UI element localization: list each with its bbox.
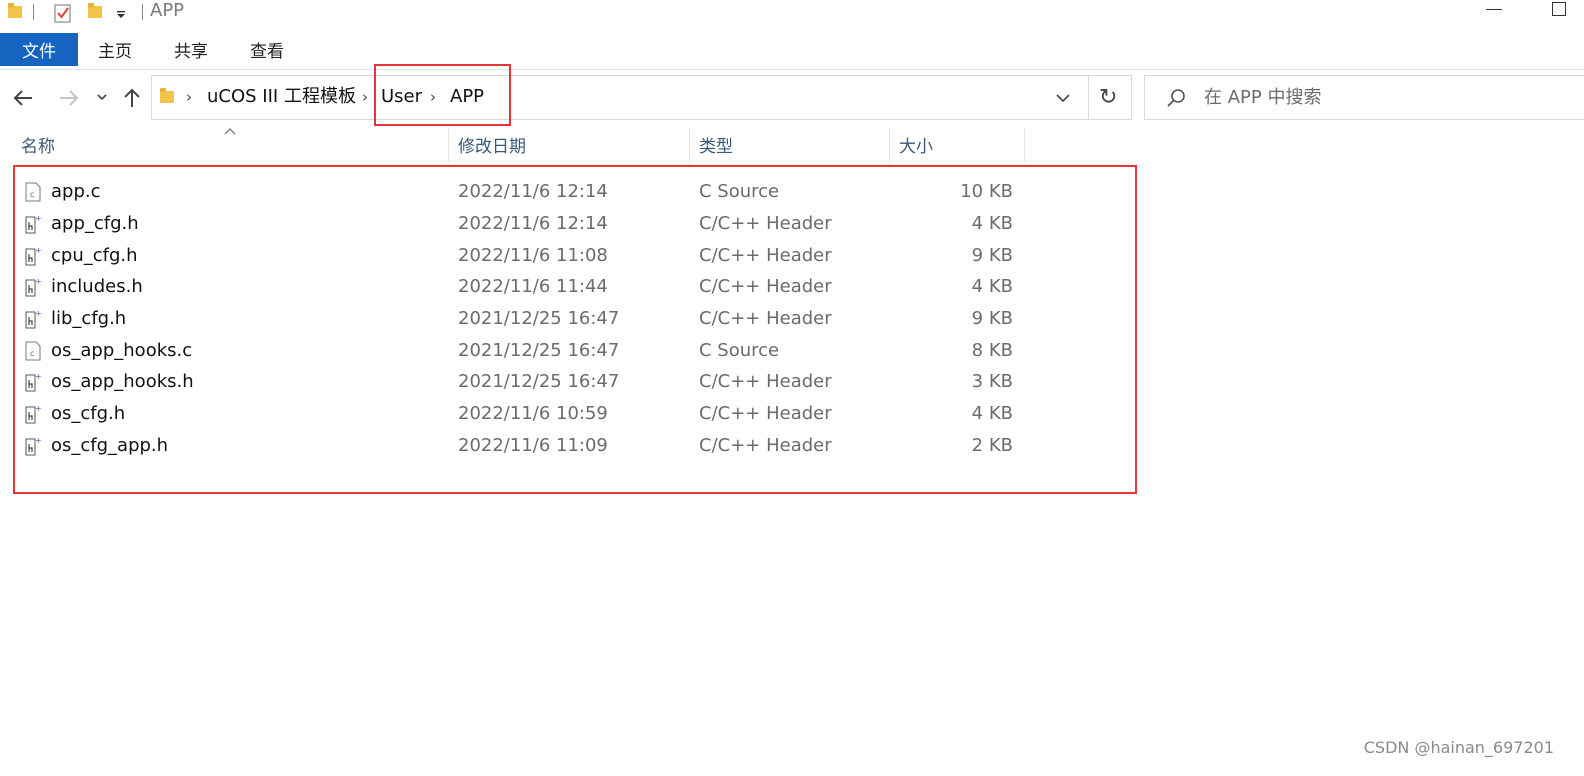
breadcrumb-chevron-icon[interactable]: › bbox=[362, 86, 368, 108]
divider bbox=[33, 4, 34, 20]
divider bbox=[142, 4, 143, 20]
watermark: CSDN @hainan_697201 bbox=[1363, 738, 1554, 757]
breadcrumb-ucos-template[interactable]: uCOS III 工程模板 bbox=[207, 86, 356, 108]
search-icon bbox=[1167, 89, 1185, 107]
column-header-name[interactable]: 名称 bbox=[21, 136, 55, 158]
breadcrumb-chevron-icon[interactable]: › bbox=[186, 86, 192, 108]
back-arrow-icon[interactable] bbox=[12, 88, 34, 108]
divider bbox=[0, 69, 1584, 70]
tab-file[interactable]: 文件 bbox=[0, 33, 78, 66]
forward-arrow-icon[interactable] bbox=[58, 88, 80, 108]
sort-ascending-icon bbox=[224, 128, 236, 135]
column-divider[interactable] bbox=[448, 128, 449, 162]
title-bar: APP bbox=[0, 0, 1584, 30]
folder-icon bbox=[8, 3, 22, 18]
address-highlight-box bbox=[374, 64, 511, 126]
column-divider[interactable] bbox=[889, 128, 890, 162]
divider bbox=[1088, 75, 1089, 120]
address-dropdown-icon[interactable] bbox=[1055, 91, 1071, 105]
tab-view[interactable]: 查看 bbox=[250, 33, 284, 66]
up-arrow-icon[interactable] bbox=[122, 87, 142, 109]
customize-toolbar-icon[interactable] bbox=[115, 8, 127, 20]
tab-home[interactable]: 主页 bbox=[98, 33, 132, 66]
refresh-icon[interactable]: ↻ bbox=[1099, 85, 1117, 111]
recent-locations-chevron-icon[interactable] bbox=[96, 93, 108, 103]
maximize-button[interactable] bbox=[1552, 2, 1566, 16]
new-folder-icon[interactable] bbox=[88, 3, 102, 18]
window-title: APP bbox=[150, 0, 185, 21]
column-header-type[interactable]: 类型 bbox=[699, 136, 733, 158]
tab-share[interactable]: 共享 bbox=[174, 33, 208, 66]
properties-icon[interactable] bbox=[53, 2, 73, 24]
column-header-size[interactable]: 大小 bbox=[899, 136, 933, 158]
column-divider[interactable] bbox=[1024, 128, 1025, 162]
search-input[interactable]: 在 APP 中搜索 bbox=[1204, 87, 1321, 109]
folder-icon bbox=[160, 88, 174, 103]
file-list-highlight-box bbox=[13, 165, 1137, 494]
column-divider[interactable] bbox=[689, 128, 690, 162]
column-header-date[interactable]: 修改日期 bbox=[458, 136, 526, 158]
minimize-button[interactable] bbox=[1486, 9, 1502, 10]
